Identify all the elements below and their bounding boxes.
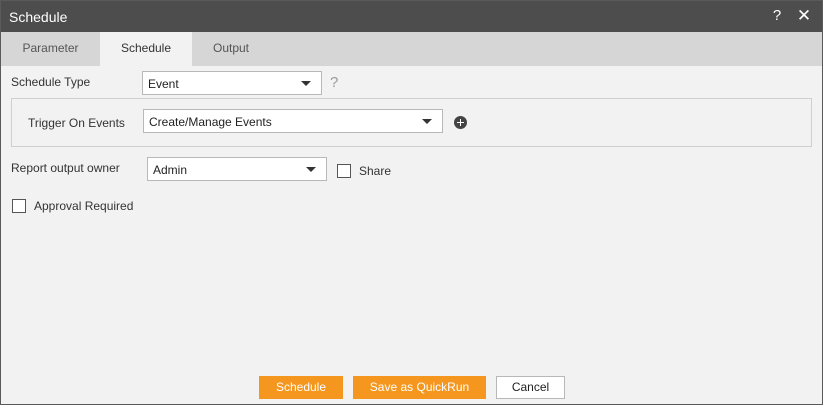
caret-down-icon (301, 81, 311, 86)
caret-down-icon (422, 119, 432, 124)
help-icon[interactable]: ? (770, 7, 784, 25)
tab-bar: Parameter Schedule Output (1, 32, 822, 66)
tab-parameter[interactable]: Parameter (1, 32, 100, 66)
tab-schedule[interactable]: Schedule (100, 32, 192, 66)
save-as-quickrun-button[interactable]: Save as QuickRun (353, 376, 486, 399)
caret-down-icon (306, 167, 316, 172)
approval-required-label: Approval Required (34, 199, 134, 213)
tab-output[interactable]: Output (192, 32, 270, 66)
report-owner-select[interactable]: Admin (147, 157, 327, 181)
share-checkbox[interactable] (337, 164, 351, 178)
schedule-type-value: Event (148, 77, 179, 91)
schedule-dialog: Schedule ? ✕ Parameter Schedule Output S… (0, 0, 823, 405)
share-label: Share (359, 164, 392, 178)
cancel-button[interactable]: Cancel (496, 376, 565, 399)
schedule-type-select[interactable]: Event (142, 71, 322, 95)
title-bar: Schedule ? ✕ (1, 1, 822, 32)
dialog-title: Schedule (9, 9, 68, 25)
close-icon[interactable]: ✕ (796, 6, 812, 26)
schedule-type-label: Schedule Type (11, 75, 91, 89)
report-owner-value: Admin (153, 163, 188, 177)
question-mark-icon[interactable]: ? (330, 74, 338, 91)
schedule-button[interactable]: Schedule (259, 376, 343, 399)
report-owner-label: Report output owner (11, 161, 120, 175)
trigger-events-select[interactable]: Create/Manage Events (143, 109, 443, 133)
trigger-on-events-label: Trigger On Events (28, 116, 125, 130)
plus-circle-icon[interactable] (454, 116, 467, 129)
approval-required-checkbox[interactable] (12, 199, 26, 213)
trigger-events-value: Create/Manage Events (149, 115, 272, 129)
